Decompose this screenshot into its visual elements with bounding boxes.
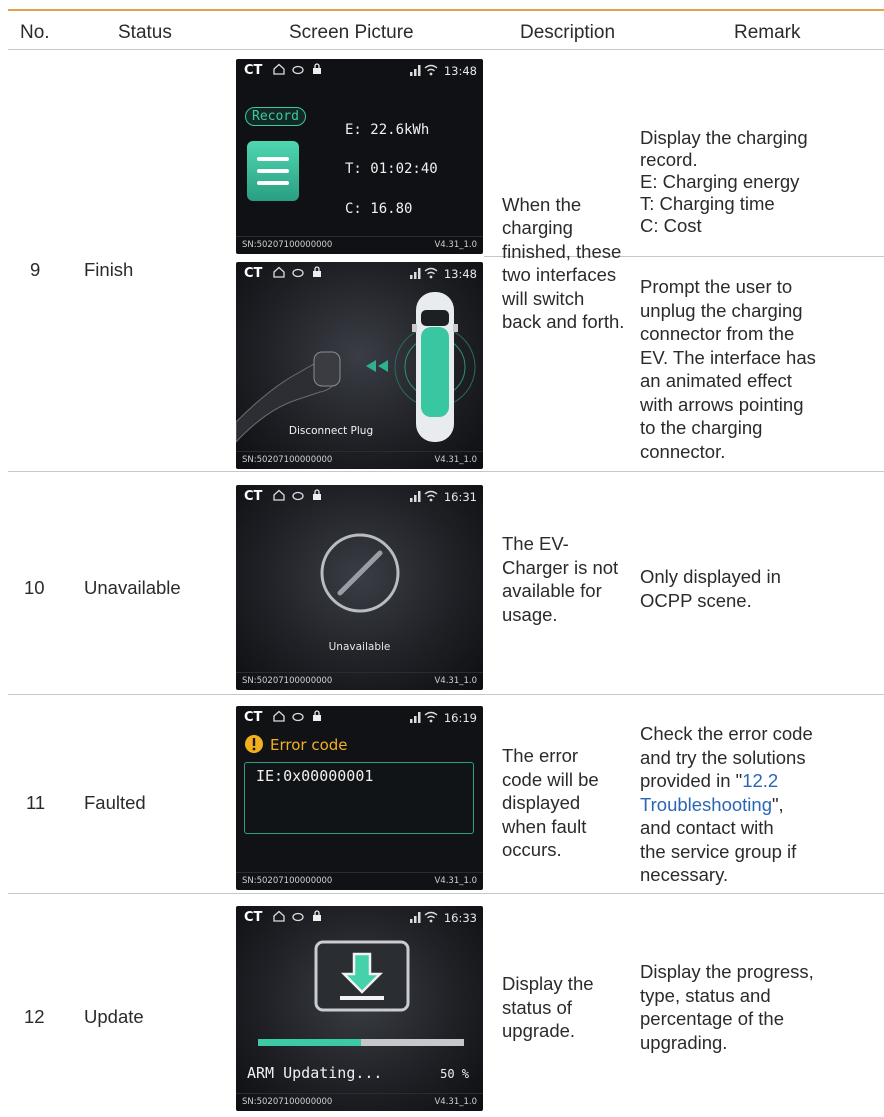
troubleshooting-link[interactable]: Troubleshooting — [640, 794, 772, 815]
lock-icon — [313, 266, 321, 277]
row-status: Unavailable — [84, 577, 181, 598]
signal-icon — [410, 912, 421, 923]
cloud-icon — [292, 268, 304, 278]
table-top-rule — [8, 9, 884, 11]
row-status: Faulted — [84, 792, 146, 813]
row-description: Display the status of upgrade. — [502, 973, 594, 1041]
progress-label: ARM Updating... — [247, 1064, 383, 1082]
house-icon — [273, 63, 285, 75]
time-value: T: 01:02:40 — [345, 161, 438, 177]
row-remark-record: Display the charging record. E: Charging e… — [640, 127, 808, 236]
header-screen-picture: Screen Picture — [289, 22, 414, 43]
screen-update: CT 16:33 ARM Updating... 50 % SN:5020710… — [236, 906, 483, 1111]
wifi-icon — [424, 267, 438, 279]
row-number: 11 — [26, 792, 46, 813]
cloud-icon — [292, 712, 304, 722]
serial-number: SN:50207100000000 — [242, 1097, 333, 1107]
lock-icon — [313, 63, 321, 74]
serial-number: SN:50207100000000 — [242, 240, 333, 250]
row-status: Finish — [84, 259, 134, 280]
status-bar: CT 16:19 — [244, 710, 477, 725]
row-number: 9 — [30, 259, 41, 280]
signal-icon — [410, 65, 421, 76]
record-list-icon — [247, 141, 299, 201]
error-code-title: Error code — [270, 736, 348, 754]
row-divider-10 — [8, 694, 884, 695]
wifi-icon — [424, 911, 438, 923]
row-remark-disconnect: Prompt the user to unplug the charging con… — [640, 276, 816, 462]
plug-and-car-illustration — [236, 292, 476, 443]
serial-number: SN:50207100000000 — [242, 676, 333, 686]
record-badge: Record — [245, 107, 306, 126]
row-divider-9 — [8, 471, 884, 472]
version: V4.31_1.0 — [434, 676, 477, 686]
serial-number: SN:50207100000000 — [242, 876, 333, 886]
row-remark: Display the progress, type, status and per… — [640, 961, 814, 1053]
signal-icon — [410, 491, 421, 502]
header-description: Description — [520, 22, 616, 43]
screen-faulted: CT 16:19 Error code IE:0x00000001 SN:502… — [236, 706, 483, 890]
clock: 16:31 — [443, 490, 477, 504]
warning-icon — [245, 735, 263, 753]
wifi-icon — [424, 64, 438, 76]
error-code-value: IE:0x00000001 — [256, 767, 374, 785]
status-bar: CT 13:48 — [244, 63, 477, 78]
house-icon — [273, 489, 285, 501]
row-description: The EV- Charger is not available for usage. — [502, 533, 619, 625]
unavailable-icon — [320, 533, 400, 613]
header-rule — [8, 49, 884, 50]
cost-value: C: 16.80 — [345, 201, 413, 217]
lock-icon — [313, 489, 321, 500]
house-icon — [273, 266, 285, 278]
cloud-icon — [292, 912, 304, 922]
unavailable-caption: Unavailable — [328, 641, 391, 653]
wifi-icon — [424, 490, 438, 502]
clock: 13:48 — [443, 267, 477, 281]
car-icon — [394, 292, 476, 442]
energy-value: E: 22.6kWh — [345, 122, 430, 138]
disconnect-plug-caption: Disconnect Plug — [288, 425, 374, 437]
version: V4.31_1.0 — [434, 455, 477, 465]
header-status: Status — [118, 22, 172, 43]
clock: 16:33 — [443, 911, 477, 925]
progress-percent: 50 % — [440, 1067, 469, 1081]
version: V4.31_1.0 — [434, 1097, 477, 1107]
header-remark: Remark — [734, 22, 801, 43]
progress-bar — [258, 1039, 464, 1046]
house-icon — [273, 910, 285, 922]
house-icon — [273, 710, 285, 722]
version: V4.31_1.0 — [434, 240, 477, 250]
cloud-icon — [292, 491, 304, 501]
progress-fill — [258, 1039, 361, 1046]
signal-icon — [410, 268, 421, 279]
row-description: The error code will be displayed when faul… — [502, 745, 599, 860]
row-divider-11 — [8, 893, 884, 894]
lock-icon — [313, 910, 321, 921]
cloud-icon — [292, 65, 304, 75]
row-number: 10 — [24, 577, 45, 598]
error-code-box: IE:0x00000001 — [244, 762, 474, 834]
row-remark: Only displayed in OCPP scene. — [640, 566, 781, 611]
status-bar: CT 16:33 — [244, 910, 477, 925]
lock-icon — [313, 710, 321, 721]
screen-unavailable: CT 16:31 Unavailable SN:50207100000000 V4… — [236, 485, 483, 690]
signal-icon — [410, 712, 421, 723]
row-number: 12 — [24, 1006, 45, 1027]
troubleshooting-link[interactable]: 12.2 — [742, 770, 778, 791]
status-bar: CT 16:31 — [244, 489, 477, 504]
version: V4.31_1.0 — [434, 876, 477, 886]
screen-record: CT 13:48 Record E: 22.6kWh T: 01:02:40 C… — [236, 59, 483, 254]
row-description: When the charging finished, these two inte… — [502, 194, 625, 333]
serial-number: SN:50207100000000 — [242, 455, 333, 465]
wifi-icon — [424, 711, 438, 723]
clock: 16:19 — [443, 711, 477, 725]
arrow-left-icon — [366, 360, 388, 372]
header-no: No. — [20, 22, 50, 43]
screen-disconnect-plug: CT 13:48 Disconnect Plug SN:502071000000… — [236, 262, 483, 469]
clock: 13:48 — [443, 64, 477, 78]
download-icon — [314, 940, 410, 1012]
row-status: Update — [84, 1006, 144, 1027]
row-remark: Check the error code and try the solutio… — [640, 723, 813, 885]
